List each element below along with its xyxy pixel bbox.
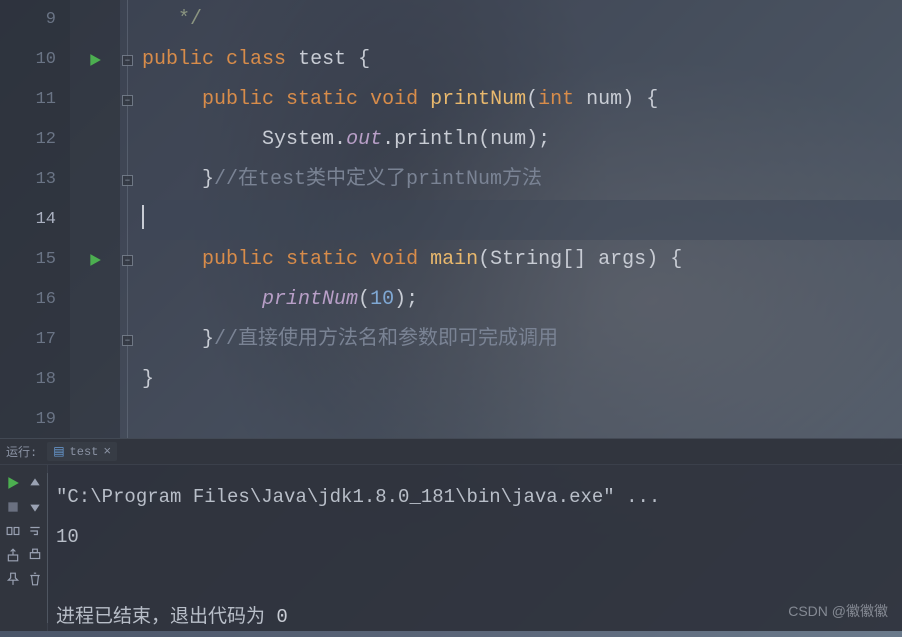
line-number: 19 [0, 400, 70, 440]
line-number: 10 [0, 40, 70, 80]
code-line-current [140, 200, 902, 240]
line-number-current: 14 [0, 200, 70, 240]
code-line: printNum(10); [140, 280, 902, 320]
code-line: System.out.println(num); [140, 120, 902, 160]
line-gutter: 9 10 11 12 13 14 15 16 17 18 19 [0, 0, 70, 438]
run-tab[interactable]: ▤ test × [47, 442, 117, 461]
line-number: 9 [0, 0, 70, 40]
file-icon: ▤ [53, 444, 64, 459]
console-output[interactable]: "C:\Program Files\Java\jdk1.8.0_181\bin\… [48, 465, 902, 631]
pin-icon[interactable] [3, 569, 23, 589]
code-line: public static void main(String[] args) { [140, 240, 902, 280]
text-cursor [142, 205, 144, 229]
fold-toggle-icon[interactable]: − [122, 95, 133, 106]
fold-gutter: − − − − − [120, 0, 140, 438]
line-number: 16 [0, 280, 70, 320]
line-number: 11 [0, 80, 70, 120]
code-line: }//在test类中定义了printNum方法 [140, 160, 902, 200]
line-number: 12 [0, 120, 70, 160]
code-line [140, 400, 902, 440]
down-arrow-icon[interactable] [25, 497, 45, 517]
run-panel: 运行: ▤ test × [0, 438, 902, 631]
close-icon[interactable]: × [103, 444, 111, 459]
code-line: }//直接使用方法名和参数即可完成调用 [140, 320, 902, 360]
code-line: } [140, 360, 902, 400]
run-tab-name: test [70, 445, 99, 459]
code-line: public static void printNum(int num) { [140, 80, 902, 120]
console-line [56, 557, 894, 597]
console-line: "C:\Program Files\Java\jdk1.8.0_181\bin\… [56, 477, 894, 517]
watermark: CSDN @徽徽徽 [788, 601, 888, 621]
fold-toggle-icon[interactable]: − [122, 335, 133, 346]
code-line: public class test { [140, 40, 902, 80]
code-editor[interactable]: 9 10 11 12 13 14 15 16 17 18 19 − − − − … [0, 0, 902, 438]
line-number: 18 [0, 360, 70, 400]
fold-toggle-icon[interactable]: − [122, 55, 133, 66]
fold-toggle-icon[interactable]: − [122, 255, 133, 266]
code-area[interactable]: */ public class test { public static voi… [140, 0, 902, 438]
line-number: 15 [0, 240, 70, 280]
trash-icon[interactable] [25, 569, 45, 589]
run-line-icon[interactable] [70, 40, 120, 80]
fold-toggle-icon[interactable]: − [122, 175, 133, 186]
export-icon[interactable] [3, 545, 23, 565]
line-number: 17 [0, 320, 70, 360]
soft-wrap-icon[interactable] [25, 521, 45, 541]
run-gutter [70, 0, 120, 438]
code-line: */ [140, 0, 902, 40]
run-panel-header: 运行: ▤ test × [0, 439, 902, 465]
run-toolbar [0, 465, 48, 631]
up-arrow-icon[interactable] [25, 473, 45, 493]
console-exit-line: 进程已结束，退出代码为 0 [56, 597, 894, 637]
rerun-icon[interactable] [3, 473, 23, 493]
layout-icon[interactable] [3, 521, 23, 541]
print-icon[interactable] [25, 545, 45, 565]
run-label: 运行: [6, 443, 37, 460]
line-number: 13 [0, 160, 70, 200]
console-line: 10 [56, 517, 894, 557]
run-line-icon[interactable] [70, 240, 120, 280]
stop-icon[interactable] [3, 497, 23, 517]
